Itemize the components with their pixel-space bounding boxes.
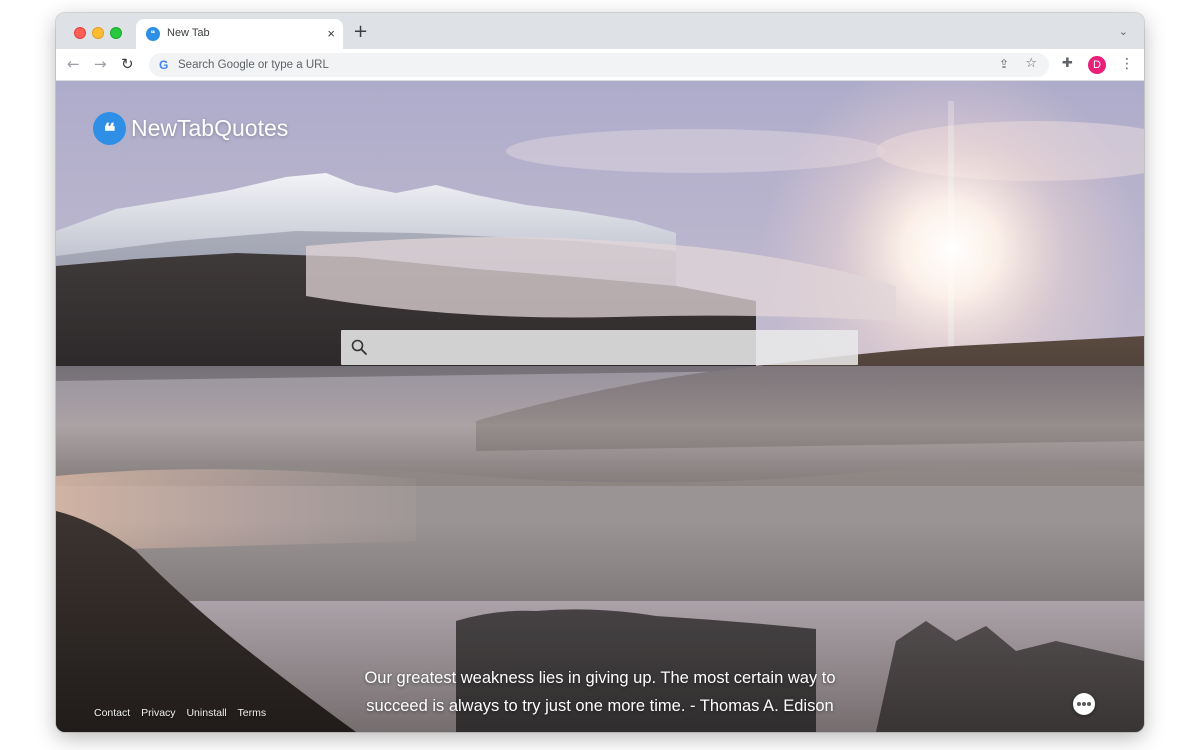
reload-icon[interactable]: ↻ — [121, 55, 134, 73]
profile-avatar[interactable]: D — [1088, 56, 1106, 74]
tab-new-tab[interactable]: ❝ New Tab × — [136, 19, 343, 50]
browser-window: ❝ New Tab × + ⌄ ← → ↻ G Search Google or… — [56, 13, 1144, 732]
browser-toolbar: ← → ↻ G Search Google or type a URL ⇪ ☆ … — [56, 49, 1144, 81]
close-window-button[interactable] — [74, 27, 86, 39]
tab-title: New Tab — [167, 27, 210, 39]
landscape-background — [56, 81, 1144, 732]
bookmark-star-icon[interactable]: ☆ — [1025, 56, 1037, 71]
footer-link-uninstall[interactable]: Uninstall — [186, 707, 226, 719]
brand-name: NewTabQuotes — [131, 115, 289, 141]
quote-text: Our greatest weakness lies in giving up.… — [300, 664, 900, 720]
address-bar[interactable]: G Search Google or type a URL ⇪ ☆ — [149, 53, 1049, 77]
zoom-window-button[interactable] — [110, 27, 122, 39]
address-placeholder: Search Google or type a URL — [178, 59, 329, 71]
footer-links: Contact Privacy Uninstall Terms — [94, 707, 274, 719]
share-icon[interactable]: ⇪ — [999, 57, 1009, 71]
search-icon — [351, 339, 367, 355]
quote-logo-icon: ❝ — [93, 112, 126, 145]
footer-link-terms[interactable]: Terms — [237, 707, 266, 719]
minimize-window-button[interactable] — [92, 27, 104, 39]
back-icon[interactable]: ← — [67, 55, 80, 73]
google-icon: G — [159, 58, 169, 72]
quote-line-1: Our greatest weakness lies in giving up.… — [364, 669, 836, 687]
new-tab-page: ❝ NewTabQuotes Our greatest weakness lie… — [56, 81, 1144, 732]
quote-line-2: succeed is always to try just one more t… — [366, 697, 834, 715]
quote-favicon-icon: ❝ — [146, 27, 160, 41]
footer-link-contact[interactable]: Contact — [94, 707, 130, 719]
search-bar — [341, 330, 858, 365]
more-options-chat-icon[interactable] — [1073, 693, 1095, 715]
new-tab-button[interactable]: + — [353, 22, 368, 42]
forward-icon[interactable]: → — [94, 55, 107, 73]
search-input[interactable] — [375, 330, 851, 365]
tab-search-chevron-icon[interactable]: ⌄ — [1119, 25, 1128, 38]
kebab-menu-icon[interactable]: ⋮ — [1120, 55, 1134, 73]
extensions-puzzle-icon[interactable]: ✚ — [1062, 56, 1073, 71]
tab-strip: ❝ New Tab × + ⌄ — [56, 13, 1144, 50]
tab-close-icon[interactable]: × — [327, 26, 335, 42]
footer-link-privacy[interactable]: Privacy — [141, 707, 175, 719]
